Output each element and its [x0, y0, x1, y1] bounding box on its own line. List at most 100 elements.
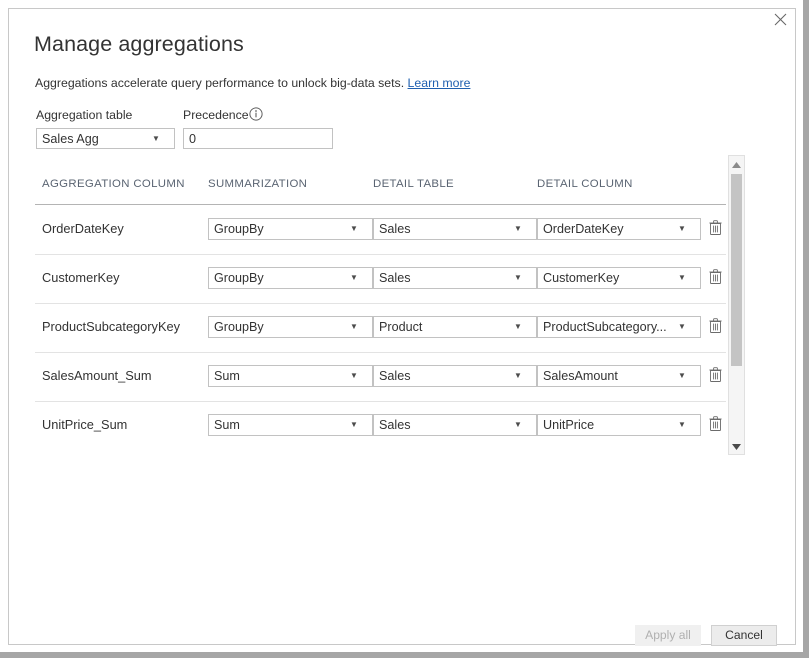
summarization-select[interactable]: Sum▼	[208, 365, 373, 387]
aggregation-table-value: Sales Agg	[37, 132, 152, 146]
aggregation-table-select[interactable]: Sales Agg ▼	[36, 128, 175, 149]
chevron-down-icon: ▼	[678, 372, 700, 380]
chevron-down-icon: ▼	[152, 135, 174, 143]
detail-column-select[interactable]: UnitPrice▼	[537, 414, 701, 436]
detail-table-select[interactable]: Sales▼	[373, 218, 537, 240]
row-divider	[35, 303, 726, 304]
detail-column-select-value: SalesAmount	[538, 369, 678, 383]
detail-column-select[interactable]: ProductSubcategory...▼	[537, 316, 701, 338]
detail-column-select-value: OrderDateKey	[538, 222, 678, 236]
chevron-down-icon: ▼	[514, 421, 536, 429]
table-scrollbar[interactable]	[728, 155, 745, 455]
scroll-up-button[interactable]	[729, 156, 744, 172]
delete-row-button[interactable]	[706, 317, 724, 337]
aggregation-column-name: ProductSubcategoryKey	[42, 319, 180, 334]
dialog-border-top	[8, 8, 796, 9]
learn-more-link[interactable]: Learn more	[408, 76, 471, 90]
delete-row-button[interactable]	[706, 366, 724, 386]
dialog-shadow-right	[803, 0, 809, 658]
table-row: ProductSubcategoryKeyGroupBy▼Product▼Pro…	[35, 303, 726, 352]
detail-table-select[interactable]: Sales▼	[373, 267, 537, 289]
detail-table-select[interactable]: Product▼	[373, 316, 537, 338]
aggregation-column-name: CustomerKey	[42, 270, 120, 285]
detail-table-select-value: Sales	[374, 222, 514, 236]
detail-column-select[interactable]: CustomerKey▼	[537, 267, 701, 289]
triangle-down-icon	[732, 437, 741, 455]
detail-column-select-value: CustomerKey	[538, 271, 678, 285]
trash-icon	[709, 269, 722, 287]
trash-icon	[709, 367, 722, 385]
aggregation-column-name: OrderDateKey	[42, 221, 124, 236]
row-divider	[35, 205, 726, 206]
column-header-summarization: SUMMARIZATION	[208, 178, 307, 190]
table-row: CustomerKeyGroupBy▼Sales▼CustomerKey▼	[35, 254, 726, 303]
chevron-down-icon: ▼	[350, 274, 372, 282]
chevron-down-icon: ▼	[350, 372, 372, 380]
chevron-down-icon: ▼	[350, 225, 372, 233]
table-row: OrderDateKeyGroupBy▼Sales▼OrderDateKey▼	[35, 205, 726, 254]
detail-table-select-value: Product	[374, 320, 514, 334]
manage-aggregations-dialog: Manage aggregations Aggregations acceler…	[0, 0, 809, 658]
summarization-select-value: GroupBy	[209, 222, 350, 236]
summarization-select[interactable]: GroupBy▼	[208, 267, 373, 289]
column-header-aggregation-column: AGGREGATION COLUMN	[42, 178, 185, 190]
summarization-select-value: Sum	[209, 418, 350, 432]
chevron-down-icon: ▼	[514, 372, 536, 380]
table-row: SalesAmount_SumSum▼Sales▼SalesAmount▼	[35, 352, 726, 401]
delete-row-button[interactable]	[706, 415, 724, 435]
trash-icon	[709, 220, 722, 238]
column-header-detail-column: DETAIL COLUMN	[537, 178, 633, 190]
info-circle-icon[interactable]	[249, 107, 263, 121]
dialog-subtitle: Aggregations accelerate query performanc…	[35, 76, 470, 90]
chevron-down-icon: ▼	[678, 323, 700, 331]
page-title: Manage aggregations	[34, 32, 244, 57]
apply-all-button[interactable]: Apply all	[635, 625, 701, 646]
summarization-select-value: Sum	[209, 369, 350, 383]
chevron-down-icon: ▼	[350, 421, 372, 429]
scrollbar-thumb[interactable]	[731, 174, 742, 366]
aggregation-column-name: SalesAmount_Sum	[42, 368, 152, 383]
close-icon	[774, 13, 787, 26]
table-row: UnitPrice_SumSum▼Sales▼UnitPrice▼	[35, 401, 726, 450]
dialog-shadow-bottom	[0, 652, 809, 658]
aggregation-table-label: Aggregation table	[36, 108, 132, 122]
triangle-up-icon	[732, 155, 741, 173]
detail-column-select[interactable]: OrderDateKey▼	[537, 218, 701, 240]
chevron-down-icon: ▼	[678, 421, 700, 429]
summarization-select[interactable]: GroupBy▼	[208, 316, 373, 338]
detail-table-select[interactable]: Sales▼	[373, 414, 537, 436]
trash-icon	[709, 416, 722, 434]
detail-column-select-value: ProductSubcategory...	[538, 320, 678, 334]
detail-column-select[interactable]: SalesAmount▼	[537, 365, 701, 387]
detail-table-select-value: Sales	[374, 369, 514, 383]
close-button[interactable]	[765, 6, 795, 32]
chevron-down-icon: ▼	[678, 225, 700, 233]
delete-row-button[interactable]	[706, 268, 724, 288]
row-divider	[35, 254, 726, 255]
chevron-down-icon: ▼	[350, 323, 372, 331]
aggregations-table: AGGREGATION COLUMN SUMMARIZATION DETAIL …	[35, 155, 728, 455]
detail-table-select-value: Sales	[374, 271, 514, 285]
precedence-input[interactable]	[183, 128, 333, 149]
detail-table-select[interactable]: Sales▼	[373, 365, 537, 387]
delete-row-button[interactable]	[706, 219, 724, 239]
chevron-down-icon: ▼	[514, 323, 536, 331]
summarization-select[interactable]: Sum▼	[208, 414, 373, 436]
dialog-border-right	[795, 8, 796, 645]
chevron-down-icon: ▼	[678, 274, 700, 282]
dialog-border-left	[8, 8, 9, 645]
cancel-button[interactable]: Cancel	[711, 625, 777, 646]
scroll-down-button[interactable]	[729, 438, 744, 454]
aggregation-column-name: UnitPrice_Sum	[42, 417, 127, 432]
column-header-detail-table: DETAIL TABLE	[373, 178, 454, 190]
summarization-select-value: GroupBy	[209, 320, 350, 334]
summarization-select[interactable]: GroupBy▼	[208, 218, 373, 240]
detail-table-select-value: Sales	[374, 418, 514, 432]
row-divider	[35, 352, 726, 353]
trash-icon	[709, 318, 722, 336]
row-divider	[35, 401, 726, 402]
summarization-select-value: GroupBy	[209, 271, 350, 285]
chevron-down-icon: ▼	[514, 225, 536, 233]
subtitle-text: Aggregations accelerate query performanc…	[35, 76, 404, 90]
precedence-label: Precedence	[183, 108, 249, 122]
